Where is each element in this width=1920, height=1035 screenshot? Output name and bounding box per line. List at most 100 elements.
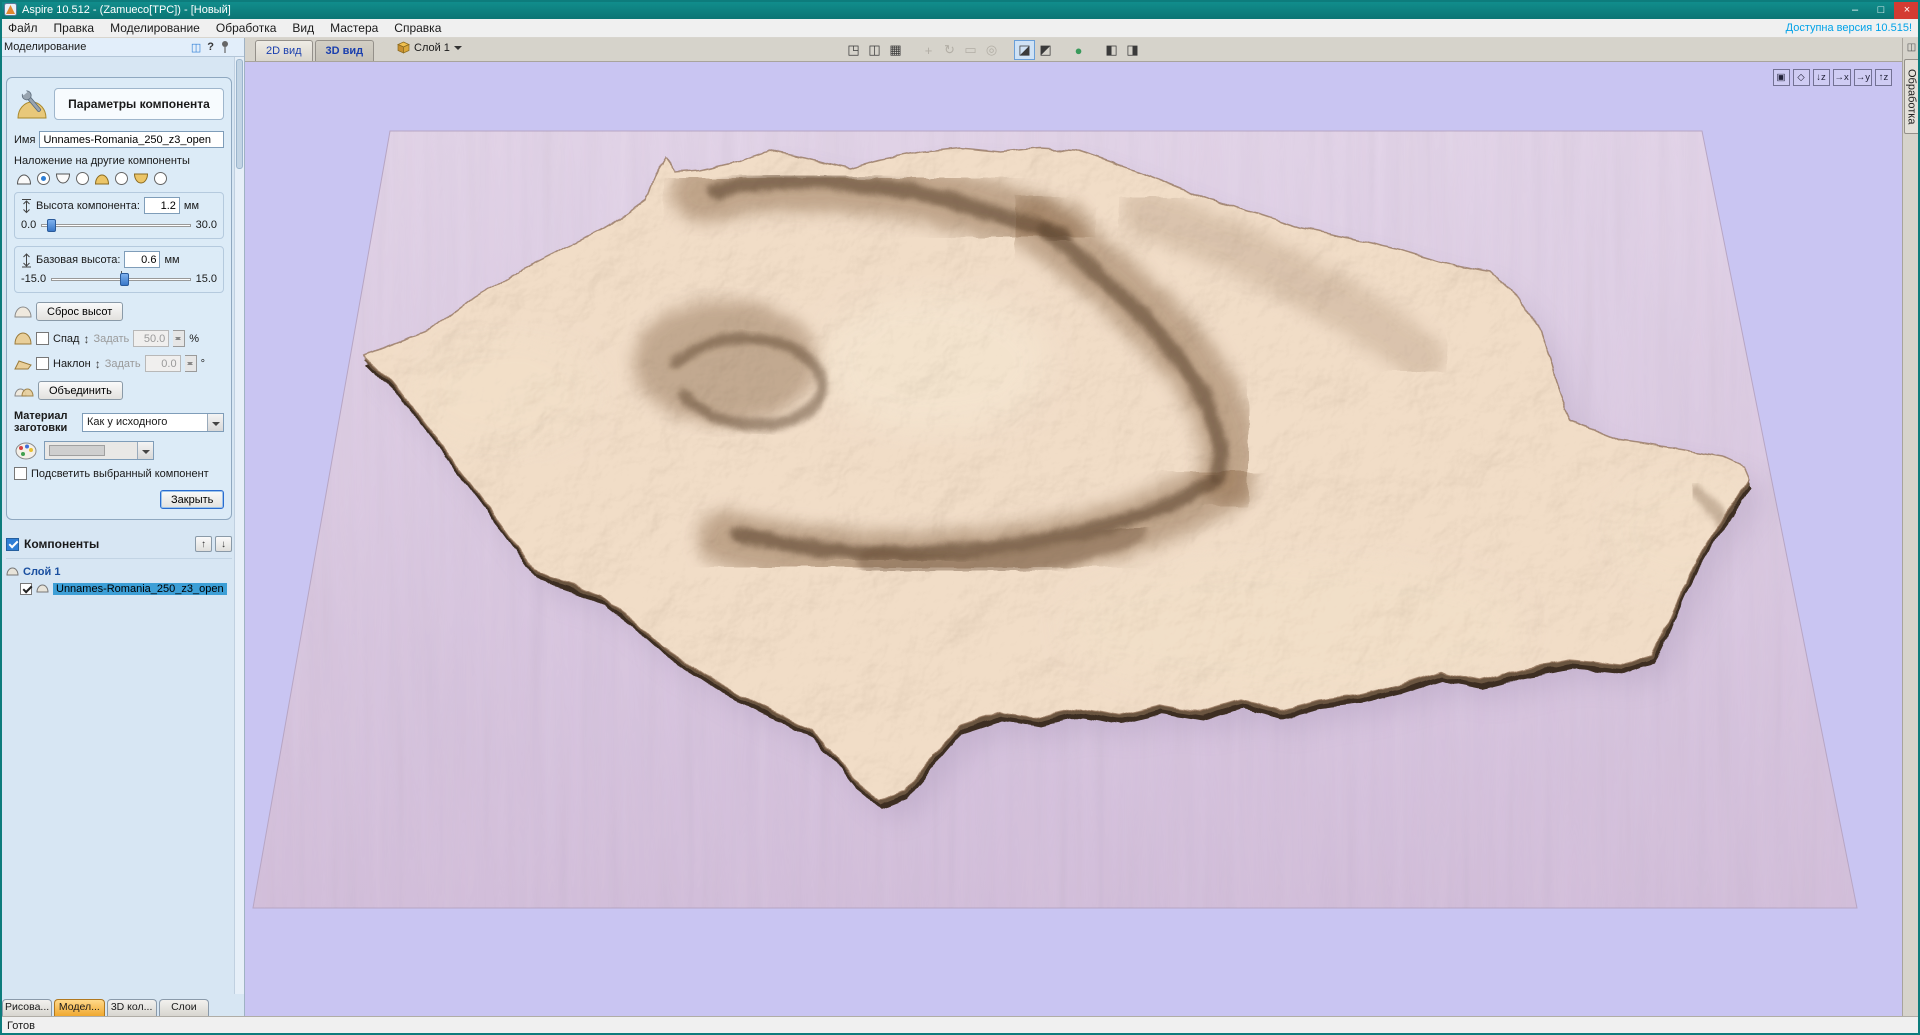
base-height-group: Базовая высота: мм -15.0 15.0	[14, 246, 224, 293]
pan-icon[interactable]: +	[918, 40, 939, 60]
zoom-box-icon[interactable]: ▭	[960, 40, 981, 60]
combine-merge-high-icon[interactable]	[94, 173, 110, 185]
tab-layers[interactable]: Слои	[158, 999, 209, 1016]
menu-item-modeling[interactable]: Моделирование	[102, 19, 208, 38]
merge-button[interactable]: Объединить	[38, 381, 123, 400]
tilt-label: Наклон	[53, 357, 91, 370]
menu-item-file[interactable]: Файл	[0, 19, 46, 38]
menu-item-gadgets[interactable]: Мастера	[322, 19, 386, 38]
tab-modeling[interactable]: Модел...	[54, 999, 105, 1016]
modeling-panel: Моделирование ◫ ? Параметры компонента И…	[0, 38, 245, 1016]
tilt-value-input[interactable]	[144, 355, 181, 372]
fade-unit: %	[189, 332, 200, 345]
component-visible-checkbox[interactable]	[20, 582, 32, 595]
components-checkbox[interactable]	[6, 537, 19, 551]
material-select[interactable]: Как у исходного	[82, 412, 224, 432]
material-select-arrow-icon	[207, 413, 223, 431]
fade-checkbox[interactable]	[36, 332, 49, 345]
combine-add-radio[interactable]	[37, 172, 50, 185]
component-name-input[interactable]	[39, 131, 224, 148]
rotate-view-icon[interactable]: ↻	[939, 40, 960, 60]
combine-subtract-radio[interactable]	[76, 172, 89, 185]
fade-value-input[interactable]	[133, 330, 170, 347]
iso-view-icon[interactable]: ◇	[1792, 69, 1810, 86]
app-icon	[4, 3, 17, 16]
panel-scrollbar-thumb[interactable]	[236, 59, 243, 169]
panel-scrollbar[interactable]	[234, 57, 244, 994]
highlight-component-checkbox[interactable]	[14, 467, 27, 480]
panel-pin-icon[interactable]	[220, 40, 230, 54]
base-max-label: 15.0	[195, 273, 217, 285]
component-item-label: Unnames-Romania_250_z3_open	[53, 582, 227, 595]
update-version-link[interactable]: Доступна версия 10.515!	[1786, 22, 1920, 34]
tab-2d-view[interactable]: 2D вид	[255, 40, 313, 61]
tab-drawing[interactable]: Рисова...	[2, 999, 53, 1016]
tilt-direction-icon[interactable]: ↕	[95, 357, 101, 371]
palette-icon[interactable]	[14, 442, 40, 460]
main-area: Моделирование ◫ ? Параметры компонента И…	[0, 38, 1920, 1016]
tilt-checkbox[interactable]	[36, 357, 49, 370]
height-input[interactable]	[143, 197, 180, 214]
combine-add-icon[interactable]	[16, 173, 32, 185]
combine-merge-low-radio[interactable]	[154, 172, 167, 185]
tilt-set-label: Задать	[104, 357, 141, 370]
menu-item-machining[interactable]: Обработка	[208, 19, 285, 38]
tab-3d-view[interactable]: 3D вид	[314, 40, 375, 61]
split-view-v-icon[interactable]: ◨	[1122, 40, 1143, 60]
close-panel-button[interactable]: Закрыть	[160, 490, 224, 509]
components-tree: Слой 1 Unnames-Romania_250_z3_open	[6, 558, 232, 597]
multi-view-icon[interactable]: ◫	[864, 40, 885, 60]
move-up-button[interactable]: ↑	[195, 536, 212, 552]
view-nav-icons: ▣ ◇ ↓z →x →y ↑z	[1772, 69, 1892, 86]
combine-merge-low-icon[interactable]	[133, 173, 149, 185]
close-button[interactable]: ×	[1894, 0, 1920, 19]
layer-selector[interactable]: Слой 1	[397, 41, 462, 54]
3d-canvas[interactable]: ▣ ◇ ↓z →x →y ↑z	[245, 62, 1902, 1016]
orbit-3d-icon[interactable]: ●	[1068, 40, 1089, 60]
component-height-group: Высота компонента: мм 0.0 30.0	[14, 192, 224, 239]
base-height-input[interactable]	[124, 251, 161, 268]
view-side-icon[interactable]: →y	[1853, 69, 1872, 86]
menu-item-edit[interactable]: Правка	[46, 19, 103, 38]
level-icon	[6, 567, 19, 576]
tilt-spinner[interactable]	[184, 355, 197, 372]
fade-direction-icon[interactable]: ↕	[83, 332, 89, 346]
height-slider[interactable]	[41, 218, 191, 232]
height-unit: мм	[183, 199, 200, 212]
menu-item-view[interactable]: Вид	[284, 19, 322, 38]
panel-dock-icon[interactable]: ◫	[191, 41, 201, 54]
view-bottom-icon[interactable]: ↑z	[1875, 69, 1892, 86]
merge-icon	[14, 388, 34, 396]
combine-merge-high-radio[interactable]	[115, 172, 128, 185]
combine-subtract-icon[interactable]	[55, 173, 71, 185]
base-height-unit: мм	[164, 253, 180, 266]
menu-item-help[interactable]: Справка	[386, 19, 449, 38]
tab-machining[interactable]: Обработка	[1903, 59, 1920, 135]
3d-scene[interactable]	[245, 62, 1902, 1016]
zoom-icon[interactable]: ◎	[981, 40, 1002, 60]
snap-planes-icon[interactable]: ◳	[843, 40, 864, 60]
base-height-slider[interactable]	[51, 271, 191, 286]
component-params-group: Параметры компонента Имя Наложение на др…	[6, 77, 232, 520]
shaded-view-icon[interactable]: ◪	[1014, 40, 1035, 60]
strip-dock-icon[interactable]: ◫	[1907, 42, 1916, 53]
tilt-icon	[14, 360, 32, 370]
view-top-icon[interactable]: ↓z	[1812, 69, 1830, 86]
tab-clipart[interactable]: 3D кол...	[106, 999, 157, 1016]
view-front-icon[interactable]: →x	[1832, 69, 1851, 86]
fade-spinner[interactable]	[173, 330, 186, 347]
panel-help-icon[interactable]: ?	[207, 41, 214, 53]
wireframe-view-icon[interactable]: ◩	[1035, 40, 1056, 60]
tree-item-layer[interactable]: Слой 1	[6, 563, 232, 580]
reset-heights-button[interactable]: Сброс высот	[36, 302, 124, 321]
zoom-extents-icon[interactable]: ▣	[1772, 69, 1790, 86]
color-select[interactable]	[44, 441, 154, 460]
panel-title: Моделирование	[4, 41, 87, 53]
minimize-button[interactable]: –	[1842, 0, 1868, 19]
split-view-h-icon[interactable]: ◧	[1101, 40, 1122, 60]
grid-icon[interactable]: ▦	[885, 40, 906, 60]
move-down-button[interactable]: ↓	[215, 536, 232, 552]
tree-item-component[interactable]: Unnames-Romania_250_z3_open	[6, 580, 232, 597]
maximize-button[interactable]: □	[1868, 0, 1894, 19]
viewport: 2D вид 3D вид Слой 1 ◳ ◫ ▦ + ↻ ▭ ◎ ◪ ◩ ●…	[245, 38, 1902, 1016]
